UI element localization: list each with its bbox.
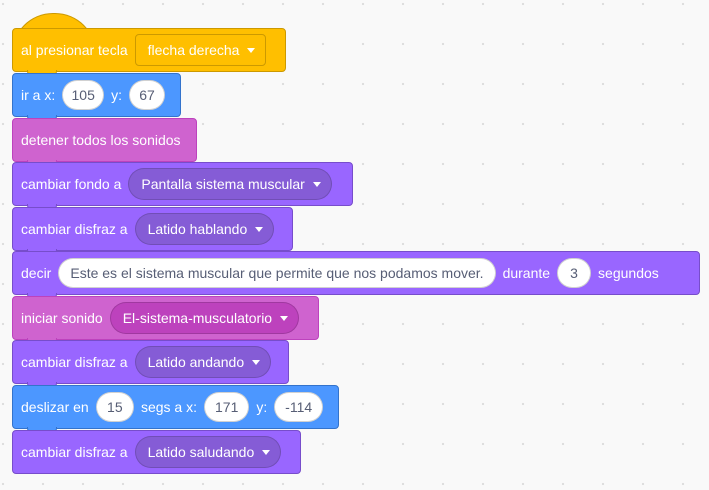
switch-costume-block[interactable]: cambiar disfraz a Latido saludando: [12, 430, 301, 474]
costume-dropdown-value: Latido hablando: [147, 221, 248, 237]
key-dropdown-value: flecha derecha: [147, 42, 240, 58]
x-input[interactable]: 105: [62, 80, 105, 110]
chevron-down-icon: [280, 315, 289, 321]
block-label: decir: [21, 265, 52, 281]
backdrop-dropdown[interactable]: Pantalla sistema muscular: [128, 168, 332, 200]
glide-secs-input[interactable]: 15: [95, 392, 134, 422]
chevron-down-icon: [252, 359, 261, 365]
seconds-label: segundos: [598, 265, 659, 281]
block-label: cambiar fondo a: [21, 176, 122, 192]
when-key-pressed-block[interactable]: al presionar tecla flecha derecha: [12, 28, 286, 77]
block-label: cambiar disfraz a: [21, 354, 128, 370]
say-for-secs-block[interactable]: decir Este es el sistema muscular que pe…: [12, 251, 700, 300]
y-input[interactable]: 67: [129, 80, 165, 110]
during-label: durante: [502, 265, 551, 281]
secs-to-x-label: segs a x:: [140, 399, 197, 415]
chevron-down-icon: [262, 449, 271, 455]
sound-dropdown-value: El-sistema-musculatorio: [122, 310, 273, 326]
costume-dropdown-value: Latido saludando: [147, 444, 255, 460]
key-dropdown[interactable]: flecha derecha: [134, 34, 267, 66]
block-label: al presionar tecla: [21, 42, 128, 58]
secs-input[interactable]: 3: [557, 258, 592, 288]
chevron-down-icon: [247, 47, 256, 53]
x-input[interactable]: 171: [204, 392, 250, 422]
block-label: deslizar en: [21, 399, 89, 415]
switch-backdrop-block[interactable]: cambiar fondo a Pantalla sistema muscula…: [12, 162, 353, 211]
block-label: cambiar disfraz a: [21, 221, 128, 237]
y-label: y:: [111, 87, 123, 103]
glide-to-xy-block[interactable]: deslizar en 15 segs a x: 171 y: -114: [12, 385, 339, 434]
y-label: y:: [256, 399, 268, 415]
script-workspace[interactable]: al presionar tecla flecha derecha ir a x…: [0, 0, 709, 490]
block-label: cambiar disfraz a: [21, 444, 128, 460]
sound-dropdown[interactable]: El-sistema-musculatorio: [109, 302, 300, 334]
message-input[interactable]: Este es el sistema muscular que permite …: [58, 258, 496, 288]
costume-dropdown[interactable]: Latido andando: [134, 346, 272, 378]
backdrop-dropdown-value: Pantalla sistema muscular: [141, 176, 305, 192]
chevron-down-icon: [255, 226, 264, 232]
switch-costume-block[interactable]: cambiar disfraz a Latido andando: [12, 340, 289, 389]
block-label: ir a x:: [21, 87, 56, 103]
switch-costume-block[interactable]: cambiar disfraz a Latido hablando: [12, 207, 293, 256]
chevron-down-icon: [312, 181, 321, 187]
block-label: iniciar sonido: [21, 310, 103, 326]
costume-dropdown[interactable]: Latido hablando: [134, 213, 275, 245]
y-input[interactable]: -114: [274, 392, 323, 422]
costume-dropdown[interactable]: Latido saludando: [134, 436, 282, 468]
start-sound-block[interactable]: iniciar sonido El-sistema-musculatorio: [12, 296, 319, 345]
costume-dropdown-value: Latido andando: [147, 354, 245, 370]
stop-all-sounds-block[interactable]: detener todos los sonidos: [12, 118, 197, 167]
go-to-xy-block[interactable]: ir a x: 105 y: 67: [12, 73, 181, 122]
block-label: detener todos los sonidos: [21, 132, 181, 148]
